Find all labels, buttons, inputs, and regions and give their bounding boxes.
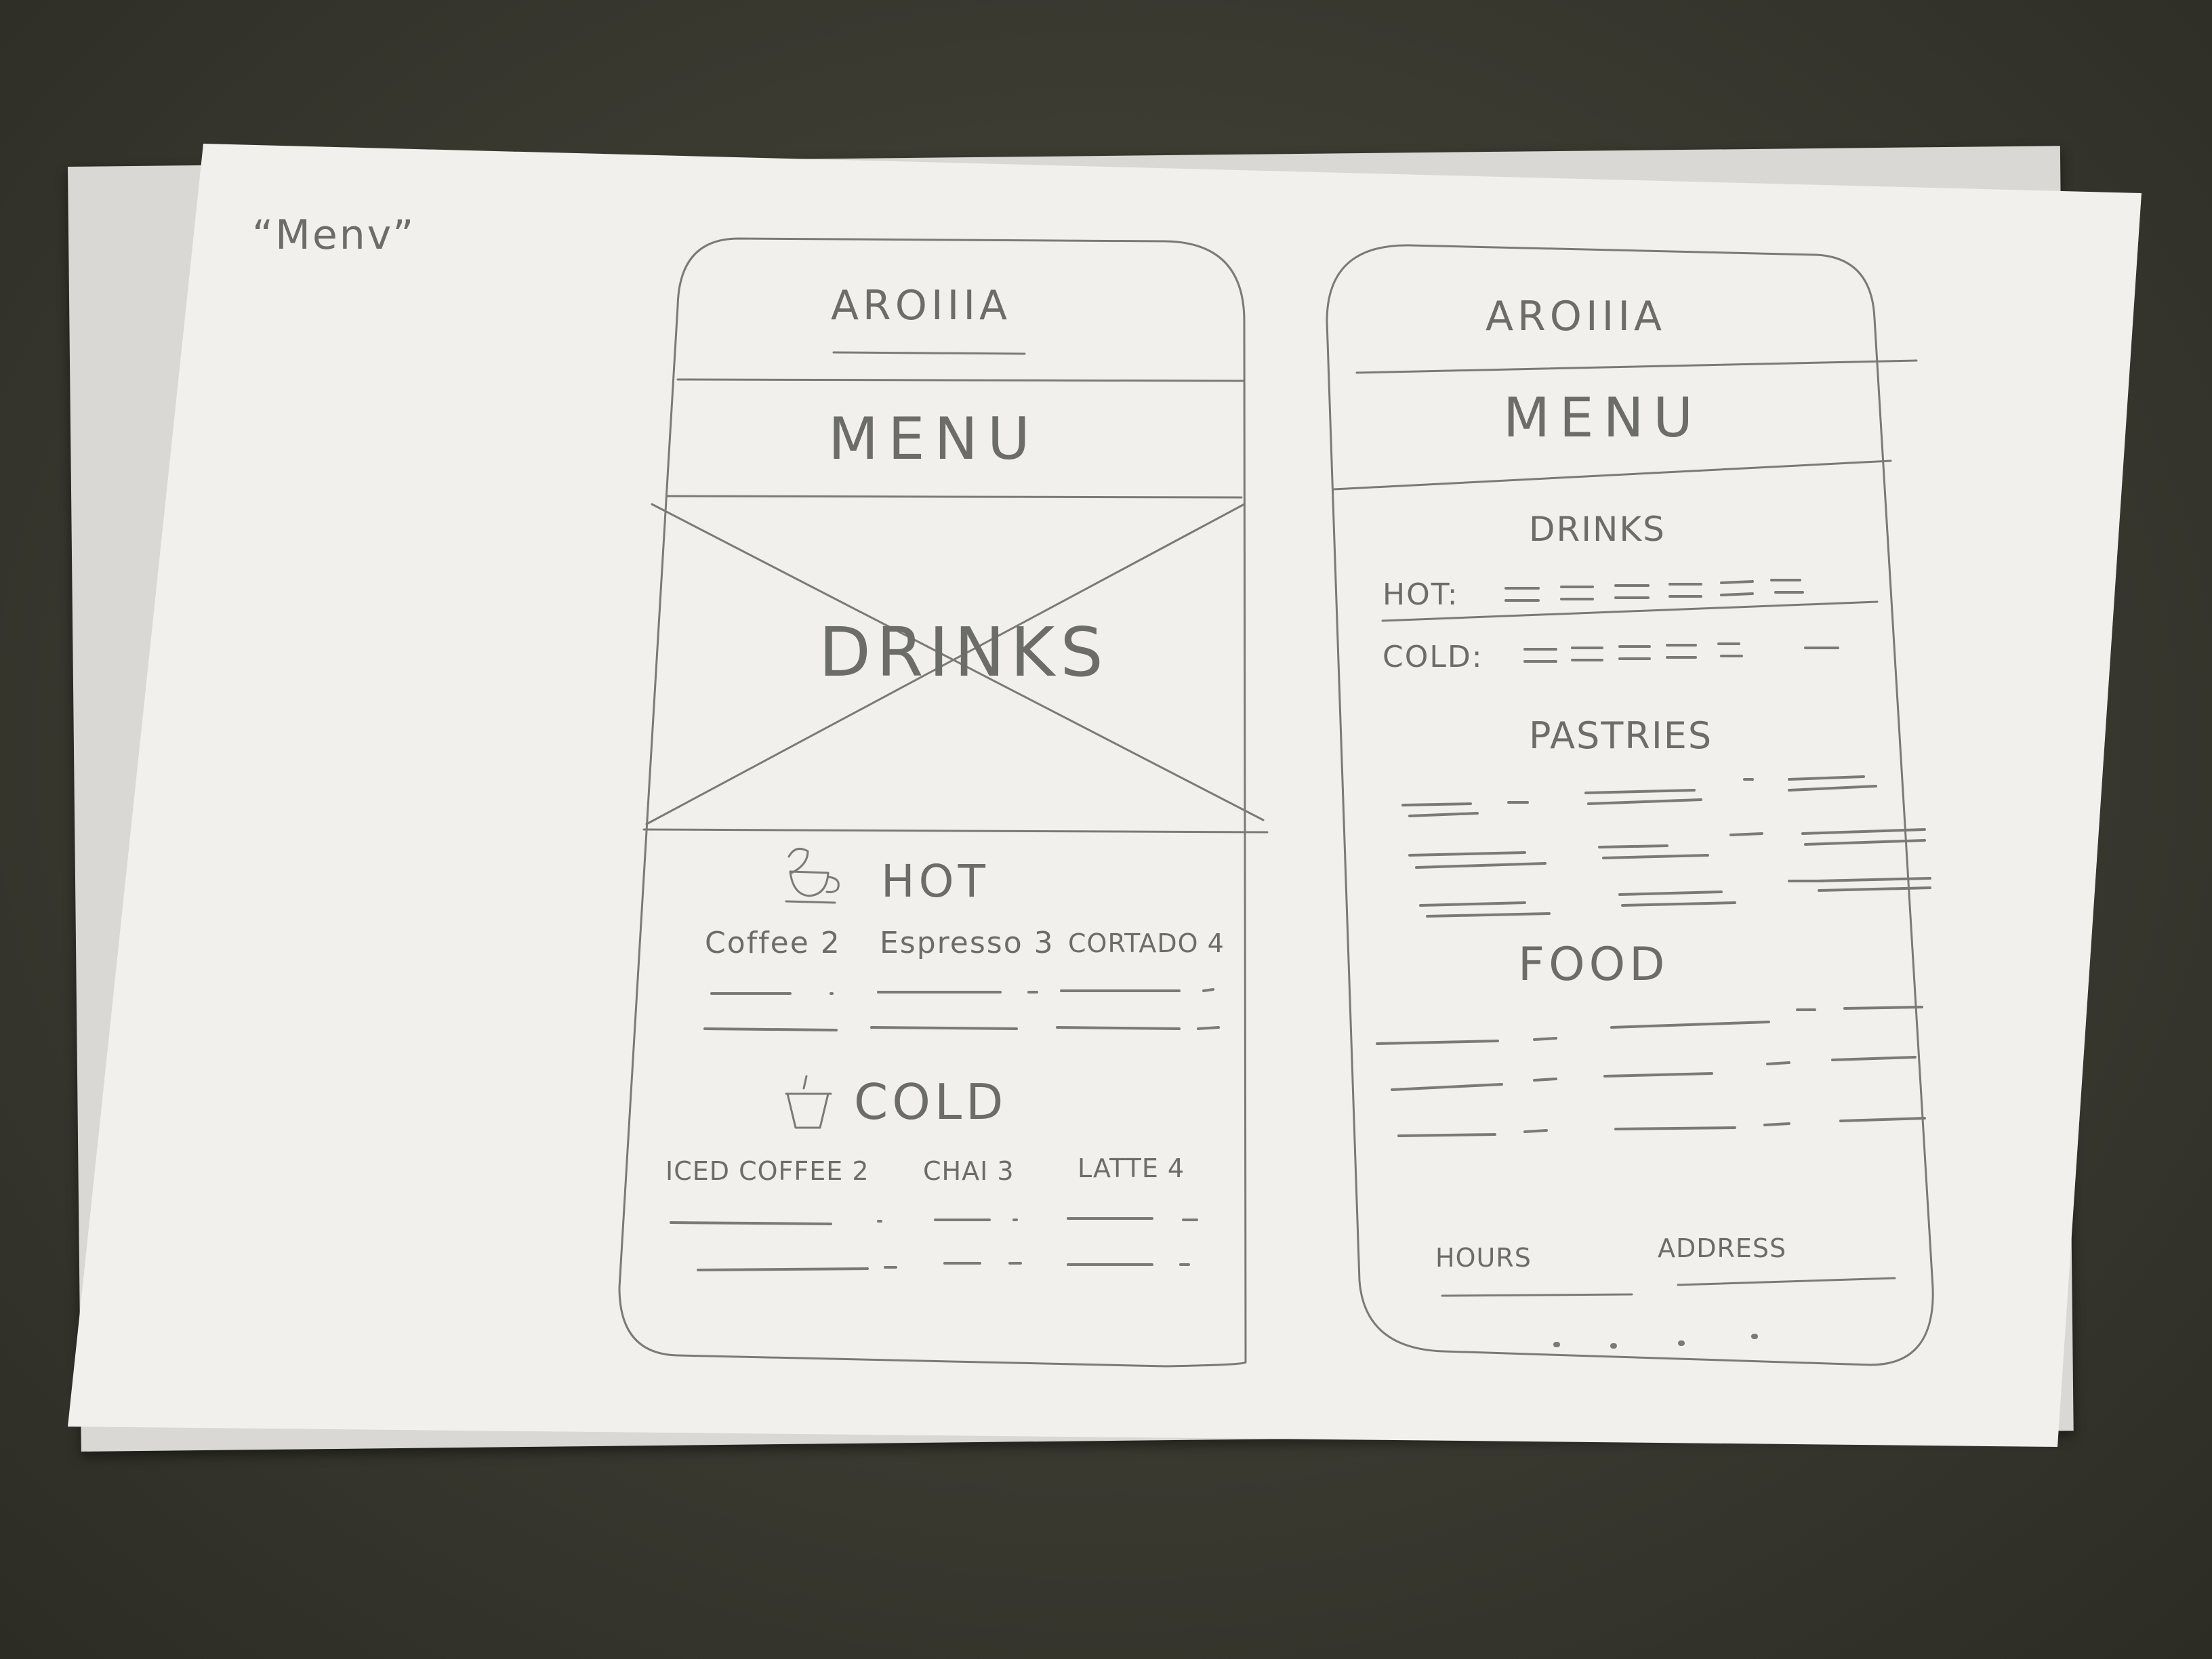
hot-item-cortado: CORTADO 4 [1068, 928, 1225, 958]
cold-item-iced-coffee: ICED COFFEE 2 [665, 1156, 869, 1186]
menu-header-right: MENU [1503, 386, 1702, 449]
hero-drinks-label: DRINKS [819, 613, 1109, 692]
paper-surface [68, 144, 2142, 1447]
phone-left-header-divider [676, 378, 1244, 382]
cold-item-chai: CHAI 3 [923, 1156, 1015, 1186]
sketch-title-note: “Menv” [252, 211, 416, 259]
hot-item-espresso: Espresso 3 [880, 926, 1054, 960]
brand-title-right: AROIIIA [1486, 293, 1666, 340]
hot-section-title: HOT [881, 855, 989, 907]
hours-underline [1441, 1293, 1633, 1297]
phone-left-menu-divider [665, 495, 1243, 499]
brand-underline-left [832, 351, 1026, 355]
cold-section-title: COLD [854, 1073, 1008, 1130]
cold-item-latte: LATTE 4 [1078, 1153, 1185, 1183]
hours-link[interactable]: HOURS [1435, 1243, 1532, 1273]
food-section-title: FOOD [1518, 938, 1669, 991]
brand-title-left: AROIIIA [831, 282, 1012, 329]
drinks-hot-label: HOT: [1382, 577, 1459, 612]
menu-header-left: MENU [828, 405, 1040, 473]
sketch-paper: “Menv” AROIIIA MENU DRINKS HOT Coffee 2 … [0, 0, 2212, 1659]
address-link[interactable]: ADDRESS [1658, 1233, 1786, 1263]
pastries-section-title: PASTRIES [1529, 714, 1713, 757]
hot-item-coffee: Coffee 2 [705, 926, 841, 960]
drinks-section-title: DRINKS [1529, 510, 1666, 549]
drinks-cold-label: COLD: [1382, 640, 1483, 674]
